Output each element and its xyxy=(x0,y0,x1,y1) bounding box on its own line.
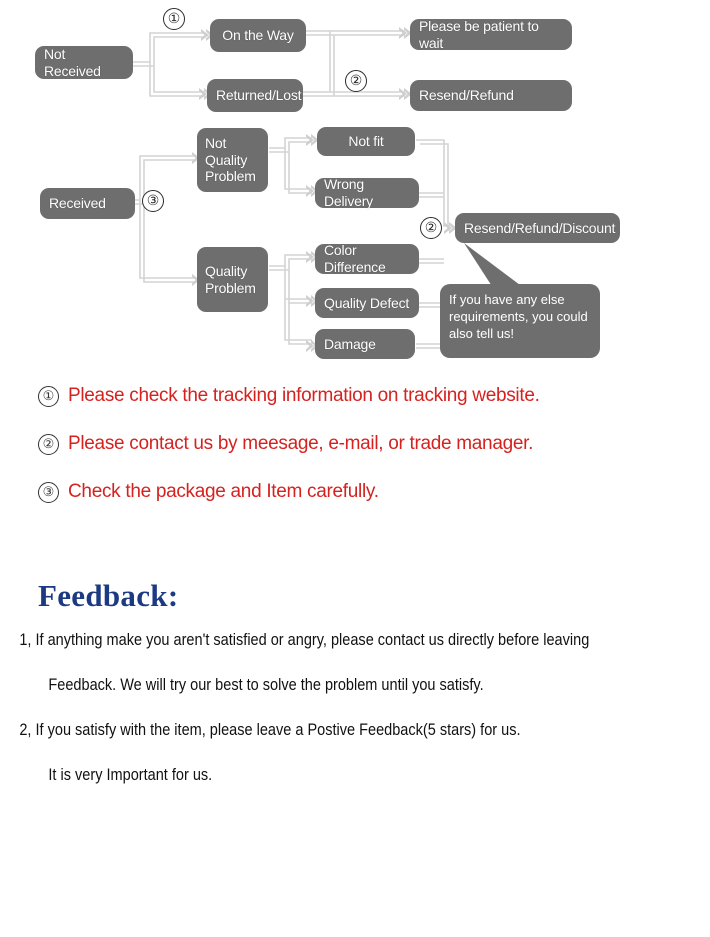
page-root: Not Received On the Way Returned/Lost Pl… xyxy=(0,0,710,937)
node-not-quality-problem[interactable]: Not Quality Problem xyxy=(197,128,268,192)
diagram-marker-two-mid: ② xyxy=(420,217,442,239)
node-received[interactable]: Received xyxy=(40,188,135,219)
note-marker-1: ① xyxy=(38,385,59,407)
node-returned-lost[interactable]: Returned/Lost xyxy=(207,79,303,112)
feedback-line-3: 2, If you satisfy with the item, please … xyxy=(19,721,521,739)
feedback-line-2: Feedback. We will try our best to solve … xyxy=(48,676,484,694)
numbered-notes: ① Please check the tracking information … xyxy=(0,372,710,516)
note-marker-2: ② xyxy=(38,433,59,455)
diagram-marker-two-top: ② xyxy=(345,70,367,92)
note-row: ① Please check the tracking information … xyxy=(0,372,710,420)
node-quality-defect[interactable]: Quality Defect xyxy=(315,288,419,318)
feedback-section: Feedback: 1, If anything make you aren't… xyxy=(0,578,710,798)
diagram-marker-one: ① xyxy=(163,8,185,30)
note-text-2: Please contact us by meesage, e-mail, or… xyxy=(68,433,534,454)
node-not-fit[interactable]: Not fit xyxy=(317,127,415,156)
node-resend-refund[interactable]: Resend/Refund xyxy=(410,80,572,111)
feedback-line-4: It is very Important for us. xyxy=(48,766,213,784)
node-quality-problem[interactable]: Quality Problem xyxy=(197,247,268,312)
diagram-marker-three: ③ xyxy=(142,190,164,212)
callout-bubble: If you have any else requirements, you c… xyxy=(440,284,600,358)
node-on-the-way[interactable]: On the Way xyxy=(210,19,306,52)
node-resend-refund-discount[interactable]: Resend/Refund/Discount xyxy=(455,213,620,243)
note-row: ② Please contact us by meesage, e-mail, … xyxy=(0,420,710,468)
note-row: ③ Check the package and Item carefully. xyxy=(0,468,710,516)
feedback-title: Feedback: xyxy=(38,578,179,613)
note-marker-3: ③ xyxy=(38,481,59,503)
note-text-1: Please check the tracking information on… xyxy=(68,385,540,406)
feedback-line-1: 1, If anything make you aren't satisfied… xyxy=(19,631,590,649)
note-text-3: Check the package and Item carefully. xyxy=(68,481,379,502)
node-color-difference[interactable]: Color Difference xyxy=(315,242,419,275)
node-not-received[interactable]: Not Received xyxy=(35,46,133,79)
node-damage[interactable]: Damage xyxy=(315,329,415,359)
node-wrong-delivery[interactable]: Wrong Delivery xyxy=(315,176,419,209)
node-please-be-patient[interactable]: Please be patient to wait xyxy=(410,18,572,51)
